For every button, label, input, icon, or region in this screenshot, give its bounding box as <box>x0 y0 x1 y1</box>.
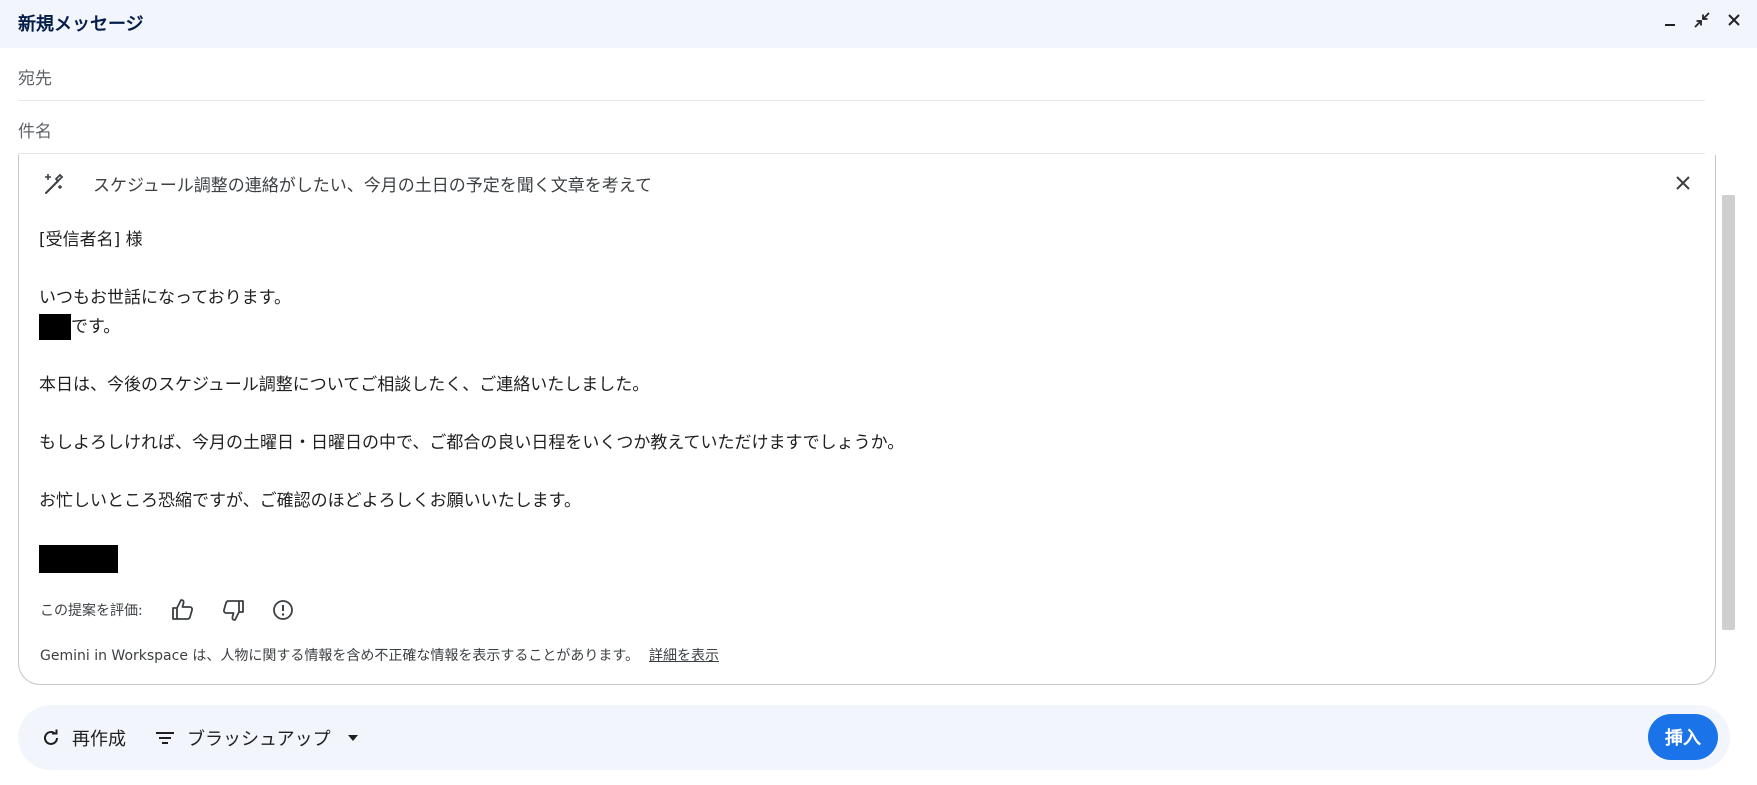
prompt-text: スケジュール調整の連絡がしたい、今月の土日の予定を聞く文章を考えて <box>93 176 652 196</box>
prompt-row: スケジュール調整の連絡がしたい、今月の土日の予定を聞く文章を考えて <box>41 171 652 196</box>
ai-action-toolbar: 再作成 ブラッシュアップ 挿入 <box>18 705 1730 770</box>
draft-paragraph-3: お忙しいところ恐縮ですが、ご確認のほどよろしくお願いいたします。 <box>39 491 581 511</box>
caret-down-icon <box>347 734 358 741</box>
rating-row: この提案を評価: <box>40 596 319 624</box>
to-label: 宛先 <box>18 69 52 89</box>
ai-suggestion-panel: スケジュール調整の連絡がしたい、今月の土日の予定を聞く文章を考えて [受信者名]… <box>18 155 1716 685</box>
draft-paragraph-1: 本日は、今後のスケジュール調整についてご相談したく、ご連絡いたしました。 <box>39 375 650 395</box>
details-link[interactable]: 詳細を表示 <box>649 648 719 664</box>
redacted-signature <box>39 545 118 573</box>
minimize-icon <box>1665 24 1675 26</box>
rating-label: この提案を評価: <box>40 603 143 619</box>
thumbs-up-icon <box>171 599 193 620</box>
minimize-button[interactable] <box>1659 9 1681 31</box>
redacted-name <box>39 314 71 340</box>
filter-lines-icon <box>156 731 174 744</box>
compose-titlebar: 新規メッセージ <box>0 0 1757 48</box>
draft-salutation: [受信者名] 様 <box>39 230 143 250</box>
close-suggestion-button[interactable] <box>1671 171 1695 195</box>
to-input[interactable] <box>68 56 1672 94</box>
scrollbar[interactable] <box>1722 195 1735 630</box>
disclaimer-text: Gemini in Workspace は、人物に関する情報を含め不正確な情報を… <box>40 648 639 664</box>
thumbs-down-button[interactable] <box>219 596 247 624</box>
refine-dropdown-button[interactable]: ブラッシュアップ <box>155 705 359 770</box>
draft-self-intro-suffix: です。 <box>71 317 121 337</box>
close-window-button[interactable] <box>1723 9 1745 31</box>
draft-self-intro: です。 <box>39 313 904 342</box>
exit-fullscreen-icon <box>1694 12 1710 28</box>
refresh-icon <box>44 729 58 745</box>
draft-body: [受信者名] 様 いつもお世話になっております。 です。 本日は、今後のスケジュ… <box>39 226 904 574</box>
thumbs-up-button[interactable] <box>169 596 197 624</box>
refine-label: ブラッシュアップ <box>187 728 331 750</box>
exit-fullscreen-button[interactable] <box>1691 9 1713 31</box>
close-icon <box>1728 14 1740 26</box>
subject-label: 件名 <box>18 122 52 142</box>
recreate-label: 再作成 <box>72 728 126 750</box>
compose-title: 新規メッセージ <box>18 14 144 35</box>
subject-input[interactable] <box>68 109 1672 147</box>
report-button[interactable] <box>269 596 297 624</box>
insert-button[interactable]: 挿入 <box>1648 714 1718 760</box>
draft-signature <box>39 545 904 574</box>
recreate-button[interactable]: 再作成 <box>42 705 126 770</box>
disclaimer: Gemini in Workspace は、人物に関する情報を含め不正確な情報を… <box>40 645 719 665</box>
magic-wand-icon <box>45 173 64 194</box>
close-icon <box>1676 176 1690 190</box>
to-field[interactable]: 宛先 <box>18 48 1705 101</box>
report-icon <box>272 600 293 620</box>
draft-greeting: いつもお世話になっております。 <box>39 288 291 308</box>
thumbs-down-icon <box>222 600 244 621</box>
draft-paragraph-2: もしよろしければ、今月の土曜日・日曜日の中で、ご都合の良い日程をいくつか教えてい… <box>39 433 905 453</box>
subject-field[interactable]: 件名 <box>18 101 1705 154</box>
